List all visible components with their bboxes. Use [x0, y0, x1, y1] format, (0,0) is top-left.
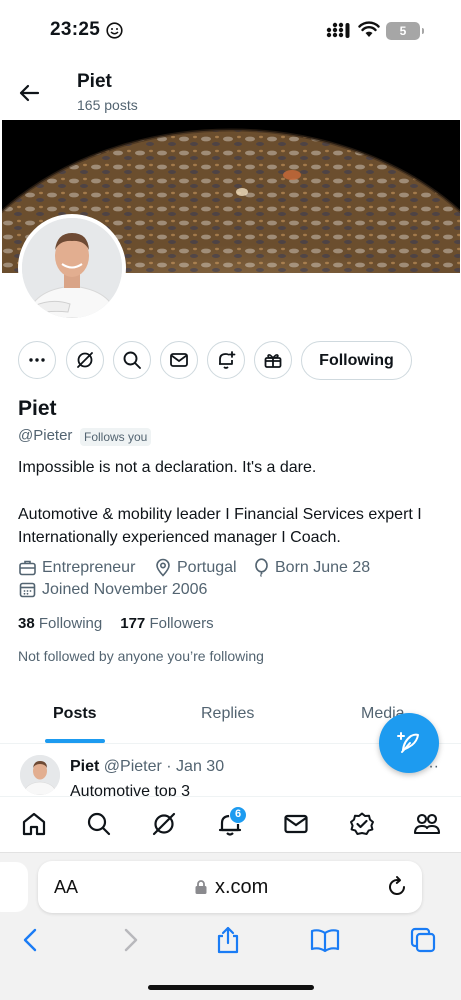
- following-count: 38: [18, 615, 35, 632]
- location-pin-icon: [156, 558, 170, 577]
- post-avatar[interactable]: [20, 755, 60, 795]
- followers-count: 177: [120, 615, 146, 632]
- notifications-subscribe-button[interactable]: [207, 341, 245, 379]
- lock-icon: [195, 880, 207, 894]
- more-options-button[interactable]: [18, 341, 56, 379]
- tabs-icon: [410, 927, 436, 953]
- back-button[interactable]: [14, 78, 44, 108]
- nav-grok[interactable]: [149, 809, 179, 839]
- post-author-name[interactable]: Piet: [70, 758, 99, 775]
- bottom-navigation: [0, 796, 461, 852]
- follow-stats: 38 Following 177 Followers: [18, 615, 214, 632]
- url-text[interactable]: x.com: [215, 876, 268, 899]
- location-text: Portugal: [177, 558, 237, 576]
- share-button[interactable]: [212, 924, 244, 956]
- subscribe-gift-button[interactable]: [254, 341, 292, 379]
- book-icon: [310, 929, 340, 953]
- profile-avatar[interactable]: [18, 214, 126, 322]
- communities-icon: [413, 813, 441, 835]
- search-profile-button[interactable]: [113, 341, 151, 379]
- following-label: Following: [38, 615, 103, 632]
- nav-home[interactable]: [19, 809, 49, 839]
- briefcase-icon: [19, 560, 36, 576]
- following-button[interactable]: Following: [301, 341, 412, 380]
- verified-icon: [350, 812, 374, 835]
- status-bar: 23:25 5: [0, 0, 461, 62]
- profile-handle: @Pieter: [18, 427, 73, 444]
- home-indicator: [148, 985, 314, 990]
- previous-tab-preview[interactable]: [0, 862, 28, 912]
- status-time: 23:25: [50, 19, 101, 40]
- bookmarks-button[interactable]: [309, 924, 341, 956]
- profile-location: Portugal: [154, 558, 237, 577]
- balloon-icon: [255, 558, 268, 577]
- browser-forward-button[interactable]: [114, 924, 146, 956]
- profile-joined: Joined November 2006: [18, 580, 207, 599]
- calendar-icon: [19, 582, 36, 598]
- header-post-count: 165 posts: [77, 97, 138, 113]
- mail-icon: [170, 353, 188, 367]
- mail-icon: [284, 814, 308, 834]
- post-avatar-image: [20, 755, 60, 795]
- follows-you-badge: Follows you: [80, 428, 152, 446]
- share-icon: [217, 926, 239, 954]
- birthday-text: Born June 28: [275, 558, 371, 576]
- arrow-left-icon: [19, 84, 40, 102]
- grok-button[interactable]: [66, 341, 104, 379]
- search-icon: [123, 351, 141, 369]
- category-text: Entrepreneur: [42, 558, 136, 576]
- smiley-icon: [106, 22, 123, 39]
- compose-feather-icon: [397, 732, 419, 753]
- avatar-image: [22, 218, 122, 318]
- bio-line-2: Automotive & mobility leader I Financial…: [18, 506, 422, 546]
- nav-messages[interactable]: [281, 809, 311, 839]
- following-link[interactable]: 38 Following: [18, 615, 102, 632]
- post-text[interactable]: Automotive top 3: [70, 782, 190, 796]
- joined-text: Joined November 2006: [42, 580, 208, 598]
- cellular-signal-icon: [326, 22, 350, 38]
- browser-back-button[interactable]: [15, 924, 47, 956]
- followers-label: Followers: [149, 615, 214, 632]
- search-icon: [87, 812, 111, 836]
- bio-line-1: Impossible is not a declaration. It's a …: [18, 459, 317, 476]
- nav-communities[interactable]: [412, 809, 442, 839]
- compose-post-button[interactable]: [379, 713, 439, 773]
- post-header: Piet @Pieter · Jan 30: [70, 758, 224, 776]
- tab-replies[interactable]: Replies: [201, 705, 254, 723]
- profile-birthday: Born June 28: [253, 558, 370, 577]
- profile-category: Entrepreneur: [18, 558, 135, 577]
- notification-count-badge: 6: [229, 806, 247, 824]
- header-title: Piet: [77, 71, 112, 92]
- followers-link[interactable]: 177 Followers: [120, 615, 213, 632]
- battery-indicator: 5: [386, 22, 424, 40]
- wifi-icon: [358, 21, 380, 37]
- chevron-right-icon: [124, 928, 138, 952]
- grok-icon: [152, 812, 176, 836]
- reader-settings-button[interactable]: AA: [54, 877, 78, 898]
- message-button[interactable]: [160, 341, 198, 379]
- post-meta: @Pieter · Jan 30: [103, 758, 225, 775]
- nav-search[interactable]: [84, 809, 114, 839]
- grok-icon: [77, 352, 93, 368]
- reload-icon[interactable]: [385, 875, 409, 899]
- chevron-left-icon: [23, 928, 37, 952]
- bell-plus-icon: [219, 351, 236, 369]
- mutual-followers-note: Not followed by anyone you’re following: [18, 648, 264, 664]
- tab-posts[interactable]: Posts: [53, 705, 97, 723]
- more-dots-icon: [29, 358, 45, 362]
- gift-icon: [264, 354, 282, 368]
- tabs-button[interactable]: [407, 924, 439, 956]
- home-icon: [22, 812, 46, 836]
- profile-name: Piet: [18, 397, 57, 420]
- nav-premium[interactable]: [347, 809, 377, 839]
